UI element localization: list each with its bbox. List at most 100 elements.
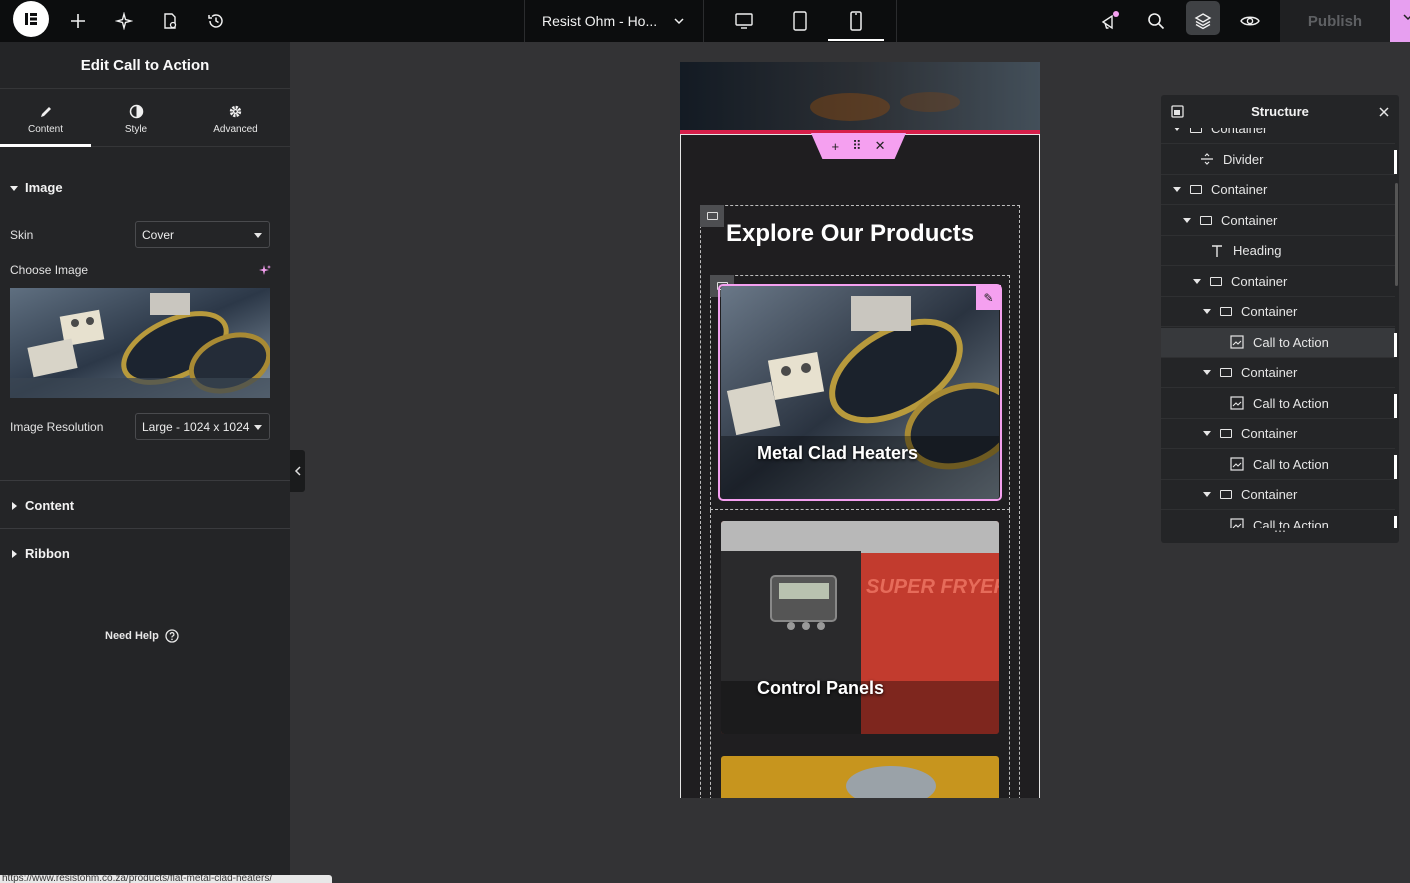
structure-row-label: Container — [1241, 365, 1298, 380]
structure-row-label: Container — [1211, 128, 1268, 136]
active-tab-indicator — [0, 144, 91, 147]
container-icon — [1190, 128, 1202, 133]
structure-row-label: Container — [1231, 273, 1288, 289]
search-icon[interactable] — [1143, 0, 1169, 42]
drag-grip-icon[interactable]: ⠿ — [852, 138, 862, 154]
panel-collapse-button[interactable] — [290, 450, 305, 492]
half-circle-icon — [129, 103, 144, 121]
structure-row-label: Call to Action — [1253, 395, 1329, 411]
active-device-indicator — [828, 39, 884, 41]
mobile-view-icon[interactable] — [842, 0, 870, 42]
structure-row-container[interactable]: Container — [1161, 358, 1395, 388]
structure-row-label: Heading — [1233, 243, 1282, 258]
dock-panel-icon[interactable] — [1171, 105, 1184, 118]
desktop-view-icon[interactable] — [730, 0, 758, 42]
publish-button[interactable]: Publish — [1280, 0, 1390, 42]
caret-down-icon — [10, 185, 18, 191]
structure-row-container[interactable]: Container — [1161, 297, 1395, 327]
structure-row-label: Container — [1241, 487, 1298, 502]
structure-tree: Container Divider Container Container Headin… — [1161, 128, 1399, 528]
close-icon[interactable] — [1379, 107, 1389, 117]
structure-row-divider[interactable]: Divider — [1161, 145, 1397, 175]
image-preview[interactable] — [10, 288, 270, 398]
structure-scrollbar[interactable] — [1395, 183, 1398, 286]
more-handle-icon[interactable]: ⋯ — [1161, 525, 1399, 543]
svg-text:SUPER FRYER: SUPER FRYER — [866, 576, 999, 598]
close-icon[interactable]: ✕ — [875, 138, 886, 154]
caret-down-icon[interactable] — [1173, 187, 1181, 192]
page-title: Resist Ohm - Ho... — [542, 13, 658, 29]
preview-eye-icon[interactable] — [1237, 0, 1263, 42]
cta-card-control-panels[interactable]: SUPER FRYER Control Panels — [721, 521, 999, 734]
caret-down-icon — [254, 233, 262, 238]
structure-row-label: Container — [1241, 304, 1298, 319]
publish-options-button[interactable] — [1390, 0, 1410, 42]
section-heading[interactable]: Explore Our Products — [726, 220, 974, 248]
structure-title: Structure — [1251, 104, 1309, 119]
edit-panel: Edit Call to Action Content Style Advanc… — [0, 42, 290, 883]
structure-row-cta[interactable]: Call to Action — [1161, 327, 1397, 358]
structure-header: Structure — [1161, 95, 1399, 128]
structure-row-container[interactable]: Container — [1161, 128, 1395, 144]
row-indicator — [1394, 393, 1397, 418]
edit-pencil-icon[interactable]: ✎ — [976, 285, 1001, 310]
add-icon[interactable]: + — [831, 139, 839, 154]
container-icon — [1200, 215, 1212, 225]
ribbon-section-header[interactable]: Ribbon — [10, 546, 70, 561]
caret-down-icon[interactable] — [1173, 128, 1181, 131]
caret-down-icon[interactable] — [1203, 370, 1211, 375]
caret-down-icon[interactable] — [1203, 309, 1211, 314]
structure-row-container[interactable]: Container — [1161, 206, 1395, 236]
container-icon — [1190, 185, 1202, 194]
caret-down-icon[interactable] — [1193, 278, 1201, 284]
page-settings-icon[interactable] — [158, 0, 182, 42]
heading-icon — [1210, 244, 1224, 258]
structure-row-container[interactable]: Container — [1161, 419, 1395, 449]
caret-down-icon[interactable] — [1203, 431, 1211, 436]
structure-row-label: Container — [1221, 212, 1278, 228]
content-section-header[interactable]: Content — [10, 498, 74, 513]
history-icon[interactable] — [204, 0, 228, 42]
page-selector[interactable]: Resist Ohm - Ho... — [524, 0, 704, 42]
status-url-bar: https://www.resistohm.co.za/products/fla… — [0, 875, 332, 883]
image-resolution-select[interactable]: Large - 1024 x 1024 — [135, 413, 270, 440]
section-handle[interactable]: + ⠿ ✕ — [811, 133, 906, 159]
skin-select[interactable]: Cover — [135, 221, 270, 248]
image-resolution-label: Image Resolution — [10, 420, 104, 434]
structure-row-container[interactable]: Container — [1161, 480, 1395, 510]
top-bar: Resist Ohm - Ho... Publish — [0, 0, 1410, 42]
container-icon — [1220, 368, 1232, 377]
chevron-down-icon — [674, 18, 684, 25]
container-icon — [1220, 307, 1232, 316]
tab-style[interactable]: Style — [91, 90, 181, 147]
caret-right-icon — [12, 549, 17, 558]
need-help-link[interactable]: Need Help — [105, 629, 179, 643]
tab-advanced[interactable]: Advanced — [181, 90, 290, 147]
caret-down-icon[interactable] — [1203, 492, 1211, 497]
divider-icon — [1200, 152, 1214, 166]
image-section-header[interactable]: Image — [10, 180, 63, 195]
container-icon — [1220, 490, 1232, 499]
tab-content[interactable]: Content — [0, 90, 91, 147]
ai-sparkle-icon[interactable] — [112, 0, 136, 42]
cta-card-third[interactable] — [721, 756, 999, 798]
structure-row-container[interactable]: Container — [1161, 267, 1395, 297]
add-element-icon[interactable] — [66, 0, 90, 42]
structure-row-container[interactable]: Container — [1161, 175, 1395, 205]
structure-row-heading[interactable]: Heading — [1161, 236, 1395, 266]
structure-row-cta[interactable]: Call to Action — [1161, 450, 1397, 480]
container-handle-icon[interactable] — [700, 205, 724, 227]
structure-row-label: Divider — [1223, 151, 1264, 167]
caret-down-icon[interactable] — [1183, 217, 1191, 223]
container-icon — [1210, 276, 1222, 286]
caret-right-icon — [12, 501, 17, 510]
panel-tabs: Content Style Advanced — [0, 90, 290, 147]
structure-row-label: Container — [1241, 426, 1298, 441]
structure-row-label: Call to Action — [1253, 517, 1329, 529]
notifications-megaphone-icon[interactable] — [1096, 0, 1124, 42]
structure-row-cta[interactable]: Call to Action — [1161, 389, 1397, 419]
pencil-icon — [39, 103, 53, 121]
tablet-view-icon[interactable] — [786, 0, 814, 42]
ai-sparkle-icon[interactable] — [258, 264, 271, 277]
elementor-logo-icon[interactable] — [13, 1, 49, 37]
